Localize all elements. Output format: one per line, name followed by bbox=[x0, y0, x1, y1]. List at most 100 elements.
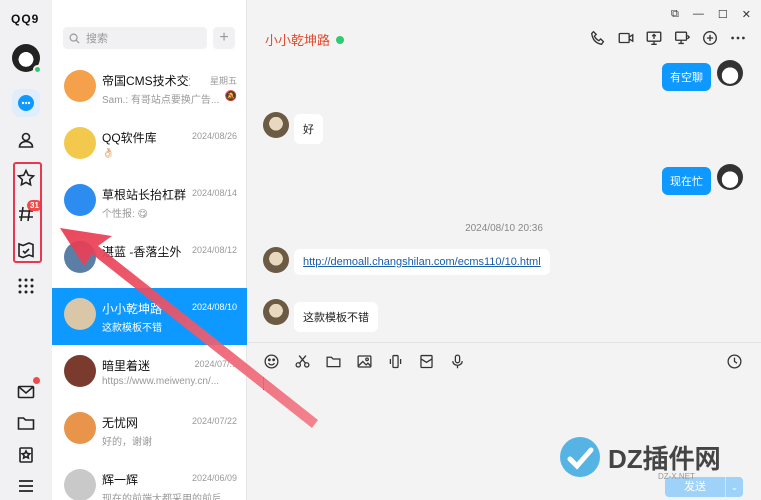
watermark-logo-icon bbox=[560, 437, 600, 477]
conversation-preview: Sam.: 有哥站点要换广告... bbox=[102, 95, 220, 106]
contact-avatar[interactable] bbox=[263, 299, 289, 325]
search-placeholder: 搜索 bbox=[86, 33, 108, 45]
conversation-date: 2024/07/22 bbox=[191, 416, 237, 426]
message-bubble-incoming[interactable]: 好 bbox=[294, 114, 323, 144]
group-avatar bbox=[64, 127, 96, 159]
conversation-preview: 👌🏻 bbox=[102, 148, 115, 159]
chat-title: 小小乾坤路 bbox=[265, 30, 345, 49]
add-member-icon[interactable] bbox=[701, 29, 719, 47]
contact-avatar[interactable] bbox=[263, 112, 289, 138]
conversation-item[interactable]: 湛蓝 -香落尘外 2024/08/12 bbox=[52, 231, 247, 288]
contact-avatar bbox=[64, 355, 96, 387]
history-icon[interactable] bbox=[726, 353, 743, 373]
group-avatar bbox=[64, 184, 96, 216]
watermark-text: DZ插件网 bbox=[608, 443, 721, 474]
message-bubble-outgoing[interactable]: 有空聊 bbox=[662, 63, 711, 91]
message-bubble-incoming[interactable]: 这款模板不错 bbox=[294, 302, 378, 332]
self-avatar[interactable] bbox=[717, 164, 743, 190]
conversation-date: 2024/08/26 bbox=[191, 131, 237, 141]
conversation-name: 小小乾坤路 bbox=[102, 302, 163, 316]
conversation-name: 草根站长抬杠群 bbox=[102, 188, 187, 202]
message-bubble-incoming[interactable]: http://demoall.changshilan.com/ecms110/1… bbox=[294, 249, 550, 275]
online-status-dot bbox=[336, 36, 345, 44]
conversation-name: 湛蓝 -香落尘外 bbox=[102, 245, 182, 259]
red-packet-icon[interactable] bbox=[418, 353, 435, 370]
add-button[interactable]: + bbox=[213, 27, 235, 49]
qq-logo: QQ9 bbox=[11, 12, 40, 26]
group-avatar bbox=[64, 70, 96, 102]
window-controls: ⧉ — ☐ ✕ bbox=[671, 8, 751, 21]
conversation-preview: https://www.meiweny.cn/... bbox=[102, 376, 220, 387]
image-icon[interactable] bbox=[356, 353, 373, 370]
conversation-name: QQ软件库 bbox=[102, 131, 157, 145]
mute-icon: 🔕 bbox=[224, 91, 237, 102]
contact-avatar[interactable] bbox=[263, 247, 289, 273]
chat-title-text: 小小乾坤路 bbox=[265, 33, 331, 48]
conversation-item[interactable]: 无忧网 2024/07/22 好的，谢谢 bbox=[52, 402, 247, 459]
conversation-item[interactable]: QQ软件库 2024/08/26 👌🏻 bbox=[52, 117, 247, 174]
chat-panel: 小小乾坤路 ⧉ — ☐ ✕ 有空聊 好 现在忙 2024/08/10 20:36… bbox=[247, 0, 761, 500]
send-options-chevron-icon[interactable]: ⌄ bbox=[725, 477, 743, 497]
conversation-name: 辉一辉 bbox=[102, 473, 139, 487]
watermark-subtext: DZ-X.NET bbox=[658, 472, 695, 481]
maximize-button[interactable]: ☐ bbox=[718, 8, 728, 21]
screenshot-scissors-icon[interactable] bbox=[294, 353, 311, 370]
composer-toolbar bbox=[263, 353, 466, 370]
conversation-name: 帝国CMS技术交流 bbox=[102, 74, 190, 88]
chat-toolbar bbox=[589, 29, 747, 47]
bookmark-icon[interactable] bbox=[12, 441, 40, 469]
video-call-icon[interactable] bbox=[617, 29, 635, 47]
annotation-highlight-box bbox=[13, 162, 42, 263]
conversation-preview: 好的，谢谢 bbox=[102, 437, 152, 448]
emoji-icon[interactable] bbox=[263, 353, 280, 370]
send-file-icon[interactable] bbox=[325, 353, 342, 370]
contact-avatar bbox=[64, 241, 96, 273]
conversation-date: 2024/08/14 bbox=[191, 188, 237, 198]
conversation-name: 暗里着迷 bbox=[102, 359, 151, 373]
conversation-item[interactable]: 辉一辉 2024/06/09 现在的前端大都采用的前后... bbox=[52, 459, 247, 500]
voice-call-icon[interactable] bbox=[589, 29, 607, 47]
pin-window-button[interactable]: ⧉ bbox=[671, 8, 679, 21]
conversation-date: 星期五 bbox=[209, 76, 237, 86]
screen-share-icon[interactable] bbox=[645, 29, 663, 47]
conversation-item-selected[interactable]: 小小乾坤路 2024/08/10 这款模板不错 bbox=[52, 288, 247, 345]
contact-avatar bbox=[64, 469, 96, 500]
microphone-icon[interactable] bbox=[449, 353, 466, 370]
menu-icon[interactable] bbox=[12, 472, 40, 500]
contacts-icon[interactable] bbox=[12, 126, 40, 154]
folder-icon[interactable] bbox=[12, 409, 40, 437]
conversation-list: 搜索 + 帝国CMS技术交流 星期五 Sam.: 有哥站点要换广告... 🔕 Q… bbox=[52, 0, 247, 500]
conversation-item[interactable]: 帝国CMS技术交流 星期五 Sam.: 有哥站点要换广告... 🔕 bbox=[52, 60, 247, 117]
minimize-button[interactable]: — bbox=[693, 8, 704, 21]
remote-assist-icon[interactable] bbox=[673, 29, 691, 47]
text-cursor bbox=[263, 377, 264, 390]
mail-notification-dot bbox=[33, 377, 40, 384]
conversation-date: 2024/08/10 bbox=[191, 302, 237, 312]
shake-icon[interactable] bbox=[387, 353, 404, 370]
conversation-date: 2024/07/... bbox=[194, 359, 237, 369]
user-avatar[interactable] bbox=[12, 44, 42, 74]
conversation-item[interactable]: 暗里着迷 2024/07/... https://www.meiweny.cn/… bbox=[52, 345, 247, 402]
self-avatar[interactable] bbox=[717, 60, 743, 86]
apps-grid-icon[interactable] bbox=[12, 272, 40, 300]
message-link[interactable]: http://demoall.changshilan.com/ecms110/1… bbox=[303, 256, 541, 268]
close-button[interactable]: ✕ bbox=[742, 8, 751, 21]
more-options-icon[interactable] bbox=[729, 29, 747, 47]
conversation-name: 无忧网 bbox=[102, 416, 139, 430]
conversation-preview: 个性报: 😋 bbox=[102, 209, 148, 220]
conversation-preview: 这款模板不错 bbox=[102, 323, 162, 334]
timestamp-separator: 2024/08/10 20:36 bbox=[465, 223, 543, 234]
message-icon[interactable] bbox=[12, 89, 40, 117]
contact-avatar bbox=[64, 412, 96, 444]
watermark: DZ插件网 DZ-X.NET bbox=[558, 434, 748, 481]
online-status-dot bbox=[33, 65, 42, 74]
conversation-item[interactable]: 草根站长抬杠群 2024/08/14 个性报: 😋 bbox=[52, 174, 247, 231]
contact-avatar bbox=[64, 298, 96, 330]
conversation-date: 2024/06/09 bbox=[191, 473, 237, 483]
message-bubble-outgoing[interactable]: 现在忙 bbox=[662, 167, 711, 195]
conversation-preview: 现在的前端大都采用的前后... bbox=[102, 494, 220, 500]
search-input[interactable]: 搜索 bbox=[63, 27, 207, 49]
left-rail: QQ9 31 bbox=[0, 0, 52, 500]
search-icon bbox=[69, 33, 80, 44]
conversation-date: 2024/08/12 bbox=[191, 245, 237, 255]
